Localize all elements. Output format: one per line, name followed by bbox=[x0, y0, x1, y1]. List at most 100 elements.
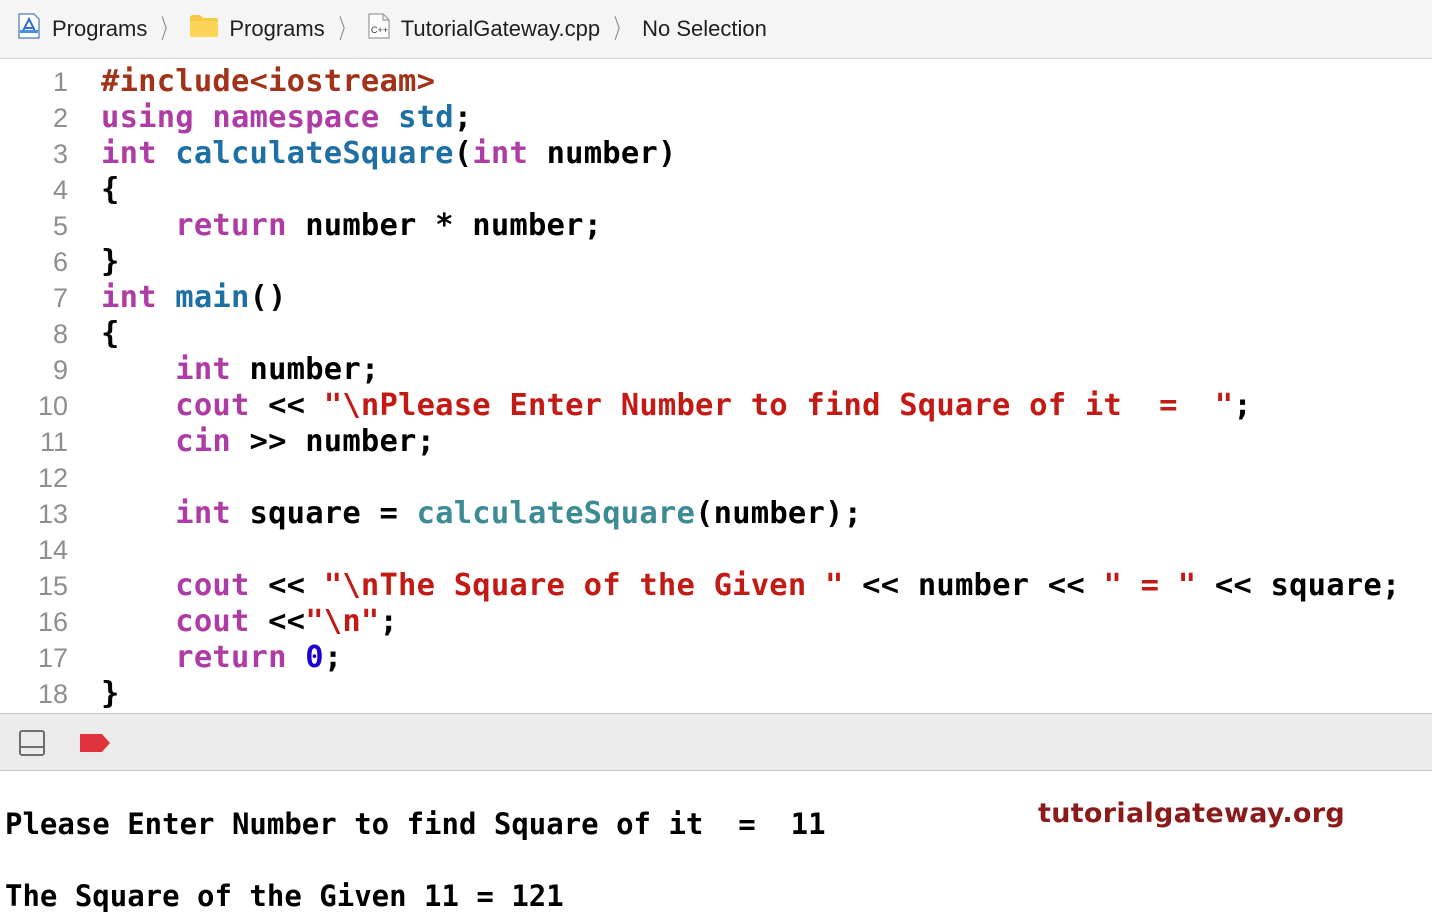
code-token: int bbox=[175, 352, 231, 387]
code-token: } bbox=[101, 244, 120, 279]
code-token: << square; bbox=[1196, 568, 1401, 603]
code-token: namespace bbox=[212, 100, 380, 135]
code-token: using bbox=[101, 100, 194, 135]
code-token: << number << bbox=[843, 568, 1104, 603]
code-line[interactable]: 13 int square = calculateSquare(number); bbox=[0, 496, 1432, 532]
code-line[interactable]: 7 int main() bbox=[0, 280, 1432, 316]
hide-debug-area-icon[interactable] bbox=[19, 730, 45, 756]
code-token: number; bbox=[230, 352, 380, 387]
code-token: << bbox=[249, 568, 324, 603]
line-number: 12 bbox=[37, 463, 68, 493]
breadcrumb-separator: 〉 bbox=[161, 14, 176, 44]
line-number: 7 bbox=[52, 283, 68, 313]
code-line[interactable]: 6} bbox=[0, 244, 1432, 280]
code-text: } bbox=[101, 244, 120, 280]
code-text: cout <<"\n"; bbox=[101, 604, 398, 640]
line-number: 14 bbox=[37, 535, 68, 565]
line-number: 2 bbox=[52, 103, 68, 133]
code-line[interactable]: 2 using namespace std; bbox=[0, 100, 1432, 136]
code-token: ; bbox=[1233, 388, 1252, 423]
code-line[interactable]: 5 return number * number; bbox=[0, 208, 1432, 244]
code-token: square = bbox=[230, 496, 417, 531]
code-token: cout bbox=[175, 604, 250, 639]
code-text: return number * number; bbox=[101, 208, 602, 244]
code-token: } bbox=[101, 676, 120, 711]
code-line[interactable]: 14 bbox=[0, 532, 1432, 568]
breadcrumb-label: Programs bbox=[52, 16, 148, 41]
code-text: int calculateSquare(int number) bbox=[101, 136, 677, 172]
code-token: { bbox=[101, 172, 120, 207]
code-line[interactable]: 3 int calculateSquare(int number) bbox=[0, 136, 1432, 172]
code-line[interactable]: 1 #include<iostream> bbox=[0, 64, 1432, 100]
code-token: return bbox=[175, 208, 287, 243]
code-line[interactable]: 10 cout << "\nPlease Enter Number to fin… bbox=[0, 388, 1432, 424]
code-token: () bbox=[249, 280, 287, 315]
code-line[interactable]: 16 cout <<"\n"; bbox=[0, 604, 1432, 640]
code-token: "\nThe Square of the Given " bbox=[323, 568, 844, 603]
svg-text:C++: C++ bbox=[371, 25, 388, 35]
breakpoint-toggle-icon[interactable] bbox=[79, 733, 111, 753]
code-token: ( bbox=[453, 136, 473, 171]
line-number: 6 bbox=[52, 247, 68, 277]
line-number: 3 bbox=[52, 139, 68, 169]
breadcrumb-symbol[interactable]: No Selection bbox=[642, 16, 767, 42]
code-token: int bbox=[101, 280, 157, 315]
code-token: " = " bbox=[1103, 568, 1197, 603]
code-token: ; bbox=[323, 640, 343, 675]
code-token: cout bbox=[175, 388, 250, 423]
line-number: 17 bbox=[37, 643, 68, 673]
line-number: 13 bbox=[37, 499, 68, 529]
code-text: cin >> number; bbox=[101, 424, 435, 460]
breadcrumb-separator: 〉 bbox=[613, 14, 629, 44]
code-token: main bbox=[175, 280, 250, 315]
code-line[interactable]: 12 bbox=[0, 460, 1432, 496]
breadcrumb-separator: 〉 bbox=[338, 14, 353, 44]
code-token: calculateSquare bbox=[175, 136, 454, 171]
jump-bar: Programs 〉 Programs 〉 C++ TutorialGatewa… bbox=[0, 0, 1432, 59]
breadcrumb-label: TutorialGateway.cpp bbox=[400, 16, 601, 41]
breadcrumb-project[interactable]: Programs bbox=[16, 12, 147, 46]
code-text: #include<iostream> bbox=[101, 64, 435, 100]
code-token: cin bbox=[175, 424, 231, 459]
breadcrumb-file[interactable]: C++ TutorialGateway.cpp bbox=[367, 13, 600, 45]
code-token: << bbox=[249, 388, 324, 423]
code-line[interactable]: 9 int number; bbox=[0, 352, 1432, 388]
code-token: ; bbox=[453, 100, 473, 135]
code-line[interactable]: 11 cin >> number; bbox=[0, 424, 1432, 460]
code-line[interactable]: 4{ bbox=[0, 172, 1432, 208]
code-token: ; bbox=[379, 604, 399, 639]
line-number: 16 bbox=[37, 607, 68, 637]
line-number: 15 bbox=[37, 571, 68, 601]
code-text: { bbox=[101, 172, 120, 208]
code-token: cout bbox=[175, 568, 250, 603]
line-number: 18 bbox=[37, 679, 68, 709]
code-line[interactable]: 8{ bbox=[0, 316, 1432, 352]
code-editor[interactable]: 1 #include<iostream> 2 using namespace std;… bbox=[0, 60, 1432, 712]
folder-icon bbox=[189, 14, 219, 44]
code-token: number * number; bbox=[286, 208, 603, 243]
code-token: { bbox=[101, 316, 120, 351]
code-token: int bbox=[472, 136, 529, 171]
breadcrumb-folder[interactable]: Programs bbox=[189, 14, 325, 44]
code-token: return bbox=[175, 640, 287, 675]
code-line[interactable]: 18} bbox=[0, 676, 1432, 712]
code-text: int number; bbox=[101, 352, 379, 388]
console-line: Please Enter Number to find Square of it… bbox=[5, 807, 826, 841]
code-token: 0 bbox=[305, 640, 324, 675]
console-output[interactable]: Please Enter Number to find Square of it… bbox=[0, 771, 1432, 918]
code-token: #include<iostream> bbox=[101, 64, 436, 99]
code-line[interactable]: 15 cout << "\nThe Square of the Given " … bbox=[0, 568, 1432, 604]
debug-bar bbox=[0, 713, 1432, 771]
code-line[interactable]: 17 return 0; bbox=[0, 640, 1432, 676]
code-token: calculateSquare bbox=[416, 496, 696, 531]
line-number: 9 bbox=[52, 355, 68, 385]
